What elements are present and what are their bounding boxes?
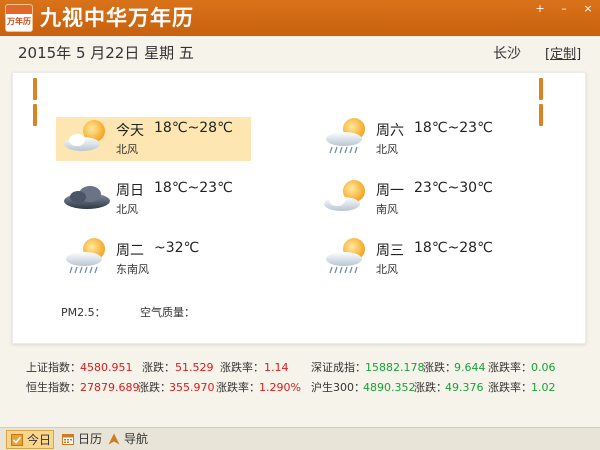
forecast-temp: 18℃~28℃ — [414, 240, 493, 256]
calendar-logo-icon: 万年历 — [5, 4, 33, 32]
air-quality-label: 空气质量： — [140, 306, 195, 319]
forecast-card-wed[interactable]: 周三 18℃~28℃ 北风 — [316, 237, 511, 281]
stock-row: 恒生指数： 27879.689 涨跌： 355.970 涨跌率： 1.290% … — [12, 378, 586, 398]
footer-tab-bar: 今日 日历 导航 — [0, 427, 600, 450]
forecast-temp: ~32℃ — [154, 240, 200, 256]
forecast-wind: 北风 — [376, 263, 398, 276]
change-rate-value: 1.290% — [259, 381, 301, 394]
forecast-wind: 北风 — [116, 143, 138, 156]
change-rate-label: 涨跌率： — [216, 381, 260, 394]
change-value: 49.376 — [445, 381, 484, 394]
index-value: 15882.178 — [365, 361, 425, 374]
forecast-card-sat[interactable]: 周六 18℃~23℃ 北风 — [316, 117, 511, 161]
change-label: 涨跌： — [423, 361, 456, 374]
change-value: 9.644 — [454, 361, 486, 374]
sun-rain-icon — [326, 238, 365, 274]
forecast-card-today[interactable]: 今天 18℃~28℃ 北风 — [56, 117, 251, 161]
forecast-temp: 18℃~28℃ — [154, 120, 233, 136]
index-name: 深证成指： — [311, 361, 366, 374]
tab-navigation[interactable]: 导航 — [104, 430, 154, 449]
tab-calendar[interactable]: 日历 — [58, 430, 108, 449]
sun-rain-icon — [326, 118, 365, 154]
sun-rain-icon — [66, 238, 105, 274]
change-label: 涨跌： — [414, 381, 447, 394]
tab-label: 今日 — [27, 433, 52, 447]
forecast-wind: 南风 — [376, 203, 398, 216]
dark-cloud-icon — [64, 186, 110, 209]
forecast-day: 周二 — [116, 243, 144, 259]
index-name: 恒生指数： — [26, 381, 81, 394]
pm25-label: PM2.5： — [61, 306, 106, 319]
forecast-card-mon[interactable]: 周一 23℃~30℃ 南风 — [316, 177, 511, 221]
change-value: 355.970 — [169, 381, 215, 394]
app-title: 九视中华万年历 — [40, 6, 194, 30]
change-label: 涨跌： — [142, 361, 175, 374]
change-value: 51.529 — [175, 361, 214, 374]
close-button[interactable]: × — [576, 0, 600, 18]
tab-label: 导航 — [124, 432, 149, 446]
binder-clip-right — [539, 78, 553, 126]
pin-button[interactable]: + — [528, 0, 552, 18]
index-name: 沪生300： — [311, 381, 365, 394]
change-rate-value: 1.14 — [264, 361, 289, 374]
index-value: 4580.951 — [80, 361, 133, 374]
change-rate-label: 涨跌率： — [220, 361, 264, 374]
title-bar: 万年历 九视中华万年历 + – × — [0, 0, 600, 36]
stock-strip: 上证指数： 4580.951 涨跌： 51.529 涨跌率： 1.14 深证成指… — [12, 350, 586, 402]
forecast-day: 周一 — [376, 183, 404, 199]
index-value: 27879.689 — [80, 381, 140, 394]
change-rate-value: 1.02 — [531, 381, 556, 394]
city-name[interactable]: 长沙 — [493, 43, 521, 63]
index-name: 上证指数： — [26, 361, 81, 374]
change-rate-label: 涨跌率： — [488, 361, 532, 374]
forecast-day: 周六 — [376, 123, 404, 139]
change-label: 涨跌： — [138, 381, 171, 394]
date-header: 2015年 5 月22日 星期 五 长沙 [定制] — [0, 36, 600, 72]
navigation-arrow-icon — [108, 433, 120, 445]
sunny-cloudy-icon — [64, 120, 105, 151]
forecast-wind: 北风 — [116, 203, 138, 216]
forecast-card-sun[interactable]: 周日 18℃~23℃ 北风 — [56, 177, 251, 221]
change-rate-value: 0.06 — [531, 361, 556, 374]
calendar-icon — [62, 434, 74, 445]
index-value: 4890.352 — [363, 381, 416, 394]
forecast-wind: 东南风 — [116, 263, 149, 276]
forecast-temp: 18℃~23℃ — [154, 180, 233, 196]
change-rate-label: 涨跌率： — [488, 381, 532, 394]
minimize-button[interactable]: – — [552, 0, 576, 18]
forecast-day: 周三 — [376, 243, 404, 259]
stock-row: 上证指数： 4580.951 涨跌： 51.529 涨跌率： 1.14 深证成指… — [12, 358, 586, 378]
customize-link[interactable]: [定制] — [545, 43, 581, 62]
binder-clip-left — [33, 78, 47, 126]
tab-today[interactable]: 今日 — [6, 430, 54, 449]
forecast-wind: 北风 — [376, 143, 398, 156]
forecast-day: 周日 — [116, 183, 144, 199]
forecast-card-tue[interactable]: 周二 ~32℃ 东南风 — [56, 237, 251, 281]
checkbox-icon — [11, 434, 23, 446]
forecast-temp: 18℃~23℃ — [414, 120, 493, 136]
forecast-day: 今天 — [116, 123, 144, 139]
sunny-cloudy-icon — [324, 180, 365, 211]
forecast-temp: 23℃~30℃ — [414, 180, 493, 196]
tab-label: 日历 — [78, 432, 103, 446]
current-date: 2015年 5 月22日 星期 五 — [18, 44, 194, 62]
